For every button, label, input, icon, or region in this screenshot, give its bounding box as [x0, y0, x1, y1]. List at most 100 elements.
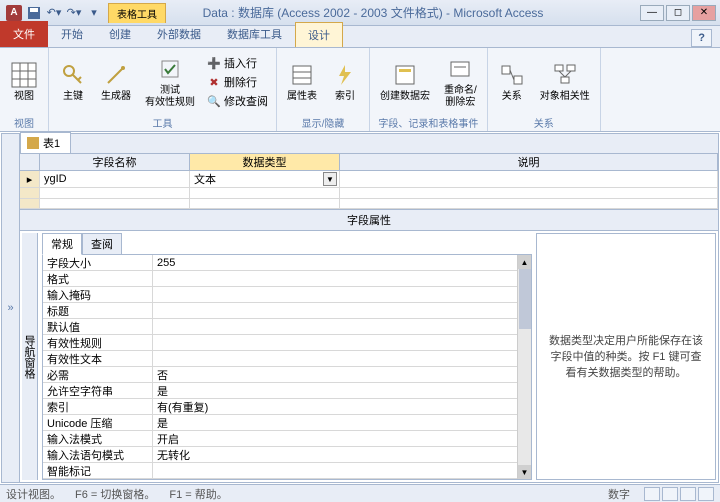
property-name: 标题	[43, 303, 153, 318]
view-design-icon[interactable]	[698, 487, 714, 501]
property-name: Unicode 压缩	[43, 415, 153, 430]
property-value[interactable]: 是	[153, 383, 531, 398]
description-cell[interactable]	[340, 171, 718, 187]
property-name: 格式	[43, 271, 153, 286]
column-datatype[interactable]: 数据类型	[190, 154, 340, 170]
index-button[interactable]: 索引	[327, 59, 363, 105]
delete-row-button[interactable]: ✖删除行	[205, 73, 270, 91]
design-grid-header: 字段名称 数据类型 说明	[20, 154, 718, 171]
scrollbar[interactable]: ▲ ▼	[517, 255, 531, 479]
property-value[interactable]	[153, 351, 531, 366]
document-tab[interactable]: 表1	[20, 132, 71, 153]
field-row-empty[interactable]	[20, 188, 718, 199]
builder-button[interactable]: 生成器	[97, 59, 135, 105]
tab-home[interactable]: 开始	[48, 21, 96, 47]
field-name-cell[interactable]: ygID	[40, 171, 190, 187]
create-macro-button[interactable]: 创建数据宏	[376, 59, 434, 105]
tab-dbtools[interactable]: 数据库工具	[214, 21, 295, 47]
qat-more-icon[interactable]: ▾	[86, 5, 102, 21]
app-icon[interactable]: A	[6, 5, 22, 21]
ribbon-tabs: 文件 开始 创建 外部数据 数据库工具 设计 ?	[0, 26, 720, 48]
row-selector[interactable]	[20, 188, 40, 198]
lookup-icon: 🔍	[207, 94, 221, 108]
scroll-up-icon[interactable]: ▲	[518, 255, 531, 269]
expand-nav-icon[interactable]: »	[7, 302, 13, 314]
tab-lookup[interactable]: 查阅	[82, 233, 122, 255]
maximize-button[interactable]: ◻	[666, 5, 690, 21]
dependencies-icon	[551, 61, 579, 89]
macro-icon	[391, 61, 419, 89]
property-value[interactable]: 否	[153, 367, 531, 382]
test-rules-button[interactable]: 测试 有效性规则	[141, 53, 199, 111]
tab-create[interactable]: 创建	[96, 21, 144, 47]
close-button[interactable]: ✕	[692, 5, 716, 21]
minimize-button[interactable]: —	[640, 5, 664, 21]
row-selector[interactable]: ▸	[20, 171, 40, 187]
side-label: 导航窗格	[22, 233, 38, 480]
redo-icon[interactable]: ↷▾	[66, 5, 82, 21]
rename-delete-macro-button[interactable]: 重命名/ 删除宏	[440, 53, 481, 111]
property-value[interactable]	[153, 319, 531, 334]
scroll-down-icon[interactable]: ▼	[518, 465, 531, 479]
property-row[interactable]: 输入法模式开启	[43, 431, 531, 447]
view-chart-icon[interactable]	[680, 487, 696, 501]
property-row[interactable]: Unicode 压缩是	[43, 415, 531, 431]
scroll-thumb[interactable]	[519, 269, 531, 329]
view-datasheet-icon[interactable]	[644, 487, 660, 501]
property-value[interactable]	[153, 335, 531, 350]
insert-row-button[interactable]: ➕插入行	[205, 54, 270, 72]
property-value[interactable]: 开启	[153, 431, 531, 446]
undo-icon[interactable]: ↶▾	[46, 5, 62, 21]
property-row[interactable]: 智能标记	[43, 463, 531, 479]
property-value[interactable]	[153, 303, 531, 318]
property-row[interactable]: 有效性文本	[43, 351, 531, 367]
properties-pane: 常规 查阅 ▲ ▼ 字段大小255格式输入掩码标题默认值有效性规则有效性文本必需…	[42, 233, 532, 480]
property-value[interactable]: 是	[153, 415, 531, 430]
field-row-empty[interactable]	[20, 199, 718, 210]
row-selector[interactable]	[20, 199, 40, 209]
object-dependencies-button[interactable]: 对象相关性	[536, 59, 594, 105]
lightning-icon	[331, 61, 359, 89]
tab-design[interactable]: 设计	[295, 22, 343, 47]
property-sheet-icon	[288, 61, 316, 89]
property-name: 智能标记	[43, 463, 153, 478]
property-row[interactable]: 默认值	[43, 319, 531, 335]
field-row[interactable]: ▸ ygID 文本▼	[20, 171, 718, 188]
row-selector-header[interactable]	[20, 154, 40, 170]
dropdown-icon[interactable]: ▼	[323, 172, 337, 186]
data-type-cell[interactable]: 文本▼	[190, 171, 340, 187]
property-row[interactable]: 格式	[43, 271, 531, 287]
view-button[interactable]: 视图	[6, 59, 42, 105]
property-row[interactable]: 字段大小255	[43, 255, 531, 271]
tab-file[interactable]: 文件	[0, 21, 48, 47]
property-sheet-button[interactable]: 属性表	[283, 59, 321, 105]
property-value[interactable]	[153, 463, 531, 478]
property-name: 有效性规则	[43, 335, 153, 350]
tab-external[interactable]: 外部数据	[144, 21, 214, 47]
column-description[interactable]: 说明	[340, 154, 718, 170]
property-row[interactable]: 标题	[43, 303, 531, 319]
view-switcher	[644, 487, 714, 501]
property-value[interactable]: 有(有重复)	[153, 399, 531, 414]
relationships-button[interactable]: 关系	[494, 59, 530, 105]
property-name: 默认值	[43, 319, 153, 334]
property-value[interactable]: 无转化	[153, 447, 531, 462]
property-row[interactable]: 必需否	[43, 367, 531, 383]
modify-lookup-button[interactable]: 🔍修改查阅	[205, 92, 270, 110]
save-icon[interactable]	[26, 5, 42, 21]
view-pivot-icon[interactable]	[662, 487, 678, 501]
window-title: Data : 数据库 (Access 2002 - 2003 文件格式) - M…	[166, 4, 640, 21]
property-value[interactable]	[153, 287, 531, 302]
property-value[interactable]	[153, 271, 531, 286]
tab-general[interactable]: 常规	[42, 233, 82, 255]
property-row[interactable]: 有效性规则	[43, 335, 531, 351]
property-name: 输入法语句模式	[43, 447, 153, 462]
property-row[interactable]: 输入掩码	[43, 287, 531, 303]
property-row[interactable]: 允许空字符串是	[43, 383, 531, 399]
help-button[interactable]: ?	[691, 29, 712, 47]
property-row[interactable]: 索引有(有重复)	[43, 399, 531, 415]
property-row[interactable]: 输入法语句模式无转化	[43, 447, 531, 463]
primary-key-button[interactable]: 主键	[55, 59, 91, 105]
column-fieldname[interactable]: 字段名称	[40, 154, 190, 170]
property-value[interactable]: 255	[153, 255, 531, 270]
